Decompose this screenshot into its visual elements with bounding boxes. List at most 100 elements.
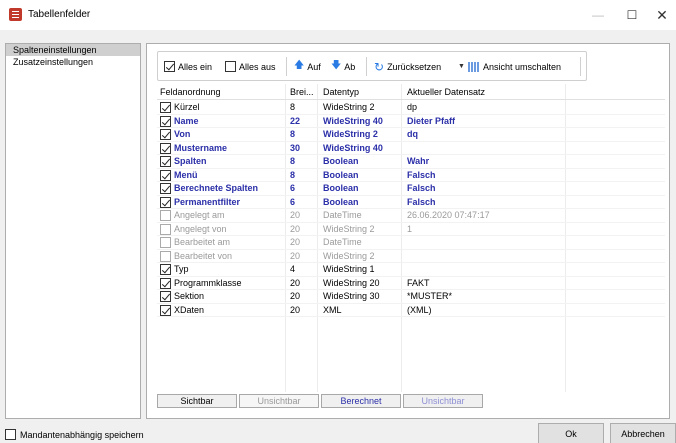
cell-field-name: Typ <box>174 264 189 274</box>
table-row[interactable]: Bearbeitet von 20 WideString 2 <box>157 250 665 263</box>
move-up-button[interactable]: 🡅 Auf <box>294 60 321 73</box>
all-on-label: Alles ein <box>178 61 213 72</box>
cell-datatype: WideString 20 <box>323 277 380 288</box>
cell-field-name: XDaten <box>174 304 205 315</box>
cell-datatype: Boolean <box>323 196 359 207</box>
cell-width: 30 <box>290 142 301 153</box>
table-row[interactable]: Spalten 8 Boolean Wahr <box>157 155 665 169</box>
cell-field-name: Berechnete Spalten <box>174 183 259 193</box>
cell-current-value: Falsch <box>407 183 436 193</box>
dropdown-caret-icon[interactable]: ▼ <box>458 63 465 70</box>
move-down-button[interactable]: 🡇 Ab <box>331 60 355 73</box>
cell-width: 22 <box>290 115 301 126</box>
table-row[interactable]: Programmklasse 20 WideString 20 FAKT <box>157 277 665 290</box>
row-visibility-checkbox[interactable] <box>160 264 171 275</box>
arrow-up-icon: 🡅 <box>294 60 305 71</box>
table-row[interactable]: Sektion 20 WideString 30 *MUSTER* <box>157 290 665 304</box>
row-visibility-checkbox[interactable] <box>160 115 171 127</box>
close-icon[interactable]: ✕ <box>644 0 676 30</box>
cell-datatype: WideString 30 <box>323 291 380 301</box>
cell-field-name: Mustername <box>174 142 228 153</box>
toggle-view-label: Ansicht umschalten <box>482 61 561 72</box>
cell-field-name: Von <box>174 129 191 139</box>
checkbox-icon[interactable] <box>225 61 236 72</box>
row-visibility-checkbox[interactable] <box>160 169 171 181</box>
cell-current-value: (XML) <box>407 304 432 315</box>
move-down-label: Ab <box>344 61 356 72</box>
table-row[interactable]: Angelegt am 20 DateTime 26.06.2020 07:47:17 <box>157 209 665 223</box>
checkbox-icon[interactable] <box>164 61 175 72</box>
row-visibility-checkbox[interactable] <box>160 156 171 167</box>
table-row[interactable]: Kürzel 8 WideString 2 dp <box>157 101 665 115</box>
cell-width: 8 <box>290 156 296 166</box>
table-row[interactable]: Von 8 WideString 2 dq <box>157 128 665 142</box>
minimize-icon[interactable]: — <box>580 0 616 30</box>
all-off-checkbox[interactable]: Alles aus <box>225 60 276 73</box>
cell-datatype: Boolean <box>323 156 359 166</box>
cell-field-name: Sektion <box>174 291 205 301</box>
table-row[interactable]: Permanentfilter 6 Boolean Falsch <box>157 196 665 209</box>
row-visibility-checkbox[interactable] <box>160 196 171 208</box>
table-row[interactable]: Angelegt von 20 WideString 2 1 <box>157 223 665 236</box>
row-visibility-checkbox[interactable] <box>160 210 171 221</box>
toolbar-separator <box>286 57 287 76</box>
cell-datatype: WideString 1 <box>323 264 375 274</box>
table-row[interactable]: Bearbeitet am 20 DateTime <box>157 236 665 250</box>
row-visibility-checkbox[interactable] <box>160 291 171 302</box>
tenant-save-checkbox[interactable]: Mandantenabhängig speichern <box>5 429 144 440</box>
cell-field-name: Bearbeitet von <box>174 250 233 261</box>
cancel-button[interactable]: Abbrechen <box>610 423 676 443</box>
table-row[interactable]: XDaten 20 XML (XML) <box>157 304 665 317</box>
cell-field-name: Angelegt von <box>174 223 227 234</box>
all-off-label: Alles aus <box>239 61 276 72</box>
column-header-aktueller-datensatz[interactable]: Aktueller Datensatz <box>407 87 485 97</box>
row-visibility-checkbox[interactable] <box>160 277 171 289</box>
legend-visible: Sichtbar <box>157 394 237 408</box>
table-row[interactable]: Menü 8 Boolean Falsch <box>157 169 665 182</box>
cell-width: 20 <box>290 291 301 301</box>
toolbar-separator <box>366 57 367 76</box>
sidebar-item-zusatzeinstellungen[interactable]: Zusatzeinstellungen <box>6 56 140 68</box>
legend-invisible: Unsichtbar <box>239 394 319 408</box>
row-visibility-checkbox[interactable] <box>160 129 171 140</box>
row-visibility-checkbox[interactable] <box>160 250 171 262</box>
cell-width: 20 <box>290 210 301 220</box>
all-on-checkbox[interactable]: Alles ein <box>164 60 212 73</box>
checkbox-icon[interactable] <box>5 429 16 440</box>
toggle-view-button[interactable]: ▼ Ansicht umschalten <box>458 60 561 73</box>
cell-datatype: WideString 2 <box>323 129 378 139</box>
table-header: Feldanordnung Brei... Datentyp Aktueller… <box>157 84 665 100</box>
cell-width: 6 <box>290 196 296 207</box>
refresh-icon: ↻ <box>374 59 385 74</box>
cell-field-name: Programmklasse <box>174 277 242 288</box>
window-title: Tabellenfelder <box>28 9 91 20</box>
cell-current-value: *MUSTER* <box>407 291 453 301</box>
cell-datatype: WideString 2 <box>323 250 375 261</box>
cell-current-value: dp <box>407 102 418 112</box>
table-row[interactable]: Typ 4 WideString 1 <box>157 263 665 277</box>
column-header-datentyp[interactable]: Datentyp <box>323 87 359 97</box>
row-visibility-checkbox[interactable] <box>160 183 171 194</box>
cell-datatype: DateTime <box>323 237 362 247</box>
column-header-feldanordnung[interactable]: Feldanordnung <box>160 87 221 97</box>
sidebar-item-spalteneinstellungen[interactable]: Spalteneinstellungen <box>6 44 140 56</box>
table-row[interactable]: Berechnete Spalten 6 Boolean Falsch <box>157 182 665 196</box>
cell-field-name: Bearbeitet am <box>174 237 231 247</box>
column-header-breite[interactable]: Brei... <box>290 87 314 97</box>
cell-field-name: Angelegt am <box>174 210 225 220</box>
ok-button[interactable]: Ok <box>538 423 604 443</box>
row-visibility-checkbox[interactable] <box>160 223 171 235</box>
row-visibility-checkbox[interactable] <box>160 102 171 113</box>
cell-width: 20 <box>290 304 301 315</box>
cell-datatype: WideString 40 <box>323 142 383 153</box>
row-visibility-checkbox[interactable] <box>160 304 171 316</box>
table-row[interactable]: Mustername 30 WideString 40 <box>157 142 665 155</box>
reset-button[interactable]: ↻ Zurücksetzen <box>374 59 441 74</box>
columns-settings-panel: Alles ein Alles aus 🡅 Auf 🡇 Ab ↻ Zurücks… <box>146 43 670 419</box>
table-row[interactable]: Name 22 WideString 40 Dieter Pfaff <box>157 115 665 128</box>
cell-field-name: Menü <box>174 169 198 180</box>
cell-width: 8 <box>290 129 296 139</box>
row-visibility-checkbox[interactable] <box>160 237 171 248</box>
cell-field-name: Spalten <box>174 156 207 166</box>
row-visibility-checkbox[interactable] <box>160 142 171 154</box>
